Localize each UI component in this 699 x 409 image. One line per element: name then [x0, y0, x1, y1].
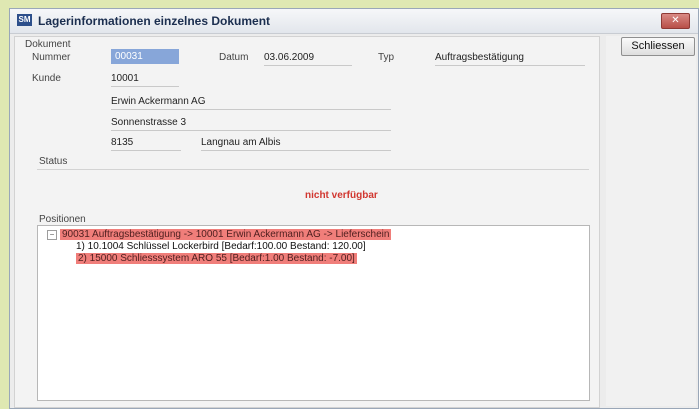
app-window: SM Lagerinformationen einzelnes Dokument… [9, 8, 699, 409]
positions-label: Positionen [39, 214, 86, 225]
close-icon[interactable]: ✕ [661, 13, 690, 29]
title-bar: SM Lagerinformationen einzelnes Dokument… [10, 9, 698, 34]
close-button[interactable]: Schliessen [621, 37, 695, 56]
status-label: Status [39, 156, 68, 167]
document-number-field[interactable]: 00031 [111, 49, 179, 64]
tree-item-2[interactable]: 2) 15000 Schliesssystem ARO 55 [Bedarf:1… [76, 253, 357, 264]
positions-tree[interactable]: − 90031 Auftragsbestätigung -> 10001 Erw… [37, 225, 590, 401]
status-box: nicht verfügbar [37, 169, 589, 210]
number-label: Nummer [32, 52, 71, 63]
customer-name-field[interactable]: Erwin Ackermann AG [111, 94, 391, 110]
date-field[interactable]: 03.06.2009 [264, 50, 352, 66]
type-field[interactable]: Auftragsbestätigung [435, 50, 585, 66]
customer-city-field[interactable]: Langnau am Albis [201, 135, 391, 151]
tree-root-item[interactable]: 90031 Auftragsbestätigung -> 10001 Erwin… [60, 229, 392, 240]
customer-id-field[interactable]: 10001 [111, 71, 179, 87]
customer-street-field[interactable]: Sonnenstrasse 3 [111, 115, 391, 131]
type-label: Typ [378, 52, 395, 63]
status-value: nicht verfügbar [305, 190, 378, 201]
tree-item-1[interactable]: 1) 10.1004 Schlüssel Lockerbird [Bedarf:… [76, 241, 366, 252]
customer-label: Kunde [32, 73, 61, 84]
window-content: Dokument Nummer 00031 Datum 03.06.2009 T… [10, 34, 698, 408]
date-label: Datum [219, 52, 249, 63]
window-title: Lagerinformationen einzelnes Dokument [38, 14, 271, 28]
document-section-label: Dokument [25, 39, 71, 50]
actions-panel: Schliessen [606, 36, 696, 406]
tree-collapse-icon[interactable]: − [47, 230, 57, 240]
document-panel: Dokument Nummer 00031 Datum 03.06.2009 T… [14, 36, 600, 408]
customer-zip-field[interactable]: 8135 [111, 135, 181, 151]
app-icon: SM [17, 14, 32, 26]
